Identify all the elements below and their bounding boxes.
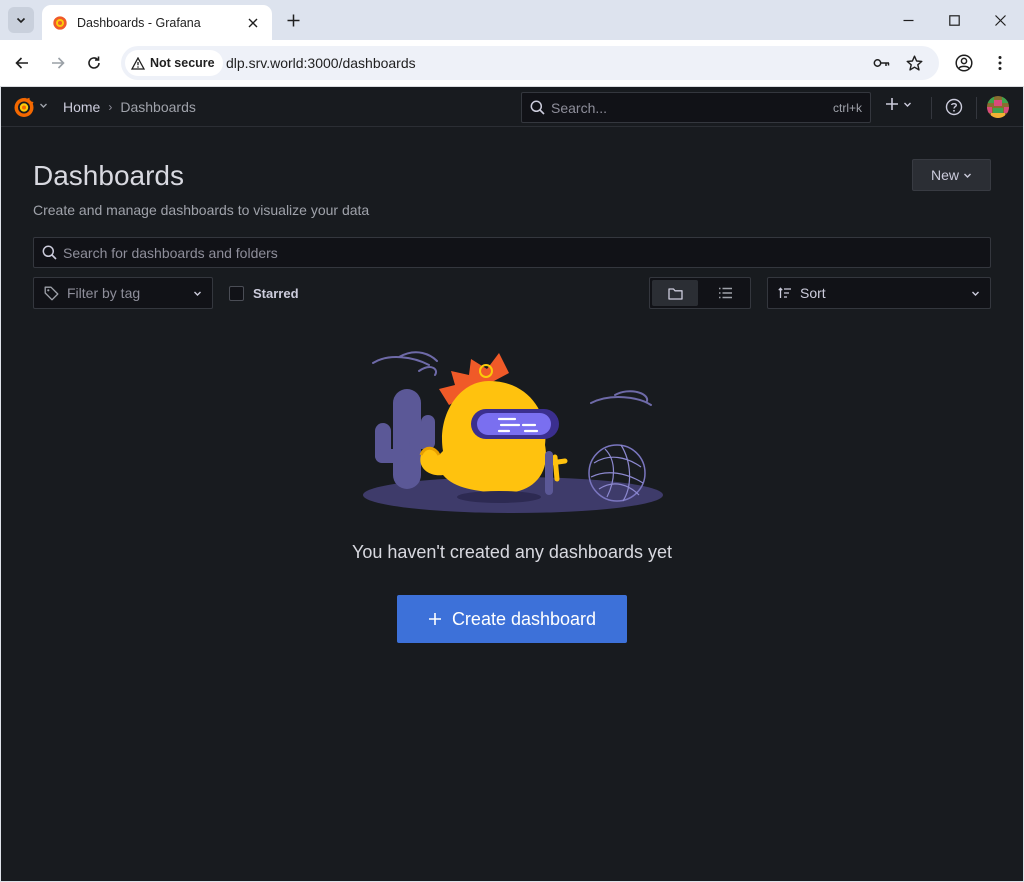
tag-filter-placeholder: Filter by tag: [67, 285, 141, 301]
close-icon: [248, 18, 258, 27]
warning-icon: [131, 56, 145, 70]
breadcrumb-current: Dashboards: [120, 99, 196, 115]
starred-filter[interactable]: Starred: [229, 286, 299, 301]
close-window-button[interactable]: [977, 0, 1023, 40]
arrow-left-icon: [15, 57, 28, 69]
tab-close-button[interactable]: [244, 14, 262, 32]
list-view-button[interactable]: [702, 280, 748, 306]
maximize-icon: [948, 14, 960, 26]
list-icon: [718, 287, 732, 299]
tab-search-button[interactable]: [8, 7, 34, 33]
grafana-app: Home › Dashboards Search... ctrl+k Dashb…: [1, 87, 1023, 881]
browser-tab-strip: Dashboards - Grafana: [0, 0, 1024, 40]
maximize-button[interactable]: [931, 0, 977, 40]
create-dashboard-button[interactable]: Create dashboard: [397, 595, 627, 643]
chevron-down-icon[interactable]: [39, 101, 48, 110]
new-button[interactable]: New: [912, 159, 991, 191]
page-title: Dashboards: [33, 160, 184, 191]
folder-icon: [667, 287, 683, 300]
bookmark-button[interactable]: [904, 53, 924, 73]
user-avatar[interactable]: [987, 96, 1009, 118]
account-circle-icon: [955, 54, 973, 72]
plus-icon: [287, 14, 299, 26]
chevron-down-icon: [194, 291, 201, 296]
breadcrumb-home-link[interactable]: Home: [63, 99, 100, 115]
dashboard-search-placeholder: Search for dashboards and folders: [63, 244, 278, 261]
topbar-divider: [976, 97, 977, 119]
chevron-down-icon: [904, 102, 911, 107]
search-icon: [530, 100, 545, 115]
view-mode-toggle: [649, 277, 751, 309]
sort-select[interactable]: Sort: [767, 277, 991, 309]
security-indicator[interactable]: Not secure: [125, 50, 223, 76]
page-subtitle: Create and manage dashboards to visualiz…: [33, 202, 370, 218]
chevron-right-icon: ›: [108, 100, 113, 114]
global-search-placeholder: Search...: [551, 99, 608, 116]
forward-button[interactable]: [45, 50, 71, 76]
key-icon: [873, 59, 890, 67]
password-key-button[interactable]: [872, 53, 892, 73]
starred-label: Starred: [253, 286, 299, 301]
tag-icon: [44, 286, 59, 300]
breadcrumb: Home › Dashboards: [63, 99, 196, 115]
reload-icon: [88, 56, 100, 69]
new-button-label: New: [930, 167, 959, 183]
create-dashboard-label: Create dashboard: [451, 608, 597, 629]
help-icon[interactable]: [945, 98, 963, 116]
minimize-button[interactable]: [885, 0, 931, 40]
add-new-menu-button[interactable]: [885, 97, 912, 111]
chevron-down-icon: [964, 173, 971, 178]
address-bar[interactable]: Not secure dlp.srv.world:3000/dashboards: [121, 46, 939, 80]
plus-icon: [428, 613, 441, 625]
plus-icon: [886, 98, 898, 110]
browser-tab[interactable]: Dashboards - Grafana: [42, 5, 272, 40]
url-text: dlp.srv.world:3000/dashboards: [226, 55, 416, 71]
minimize-icon: [903, 19, 913, 21]
grafana-logo-icon[interactable]: [12, 95, 36, 119]
empty-state-illustration: [363, 351, 663, 513]
star-icon: [906, 55, 922, 71]
back-button[interactable]: [9, 50, 35, 76]
empty-state-message: You haven't created any dashboards yet: [351, 542, 672, 562]
more-vertical-icon: [998, 56, 1002, 70]
sort-label: Sort: [800, 285, 826, 301]
reload-button[interactable]: [81, 50, 107, 76]
starred-checkbox[interactable]: [229, 286, 244, 301]
avatar-pattern-icon: [987, 96, 1009, 118]
search-icon: [42, 245, 57, 260]
chevron-down-icon: [972, 291, 979, 296]
global-search-input[interactable]: Search... ctrl+k: [521, 92, 871, 123]
close-icon: [994, 14, 1006, 26]
sort-amount-icon: [778, 287, 791, 298]
chevron-down-icon: [16, 17, 26, 24]
new-tab-button[interactable]: [282, 9, 304, 31]
arrow-right-icon: [52, 57, 65, 69]
grafana-logo-icon: [53, 15, 67, 30]
folder-view-button[interactable]: [652, 280, 698, 306]
topbar-divider: [931, 97, 932, 119]
security-label: Not secure: [150, 56, 215, 70]
browser-menu-button[interactable]: [988, 51, 1012, 75]
grafana-topbar: Home › Dashboards Search... ctrl+k: [1, 87, 1023, 127]
tab-title: Dashboards - Grafana: [77, 15, 201, 30]
profile-button[interactable]: [952, 51, 976, 75]
dashboard-search-input[interactable]: Search for dashboards and folders: [33, 237, 991, 268]
browser-toolbar: Not secure dlp.srv.world:3000/dashboards: [0, 40, 1024, 87]
search-shortcut-hint: ctrl+k: [832, 100, 862, 115]
tag-filter-select[interactable]: Filter by tag: [33, 277, 213, 309]
